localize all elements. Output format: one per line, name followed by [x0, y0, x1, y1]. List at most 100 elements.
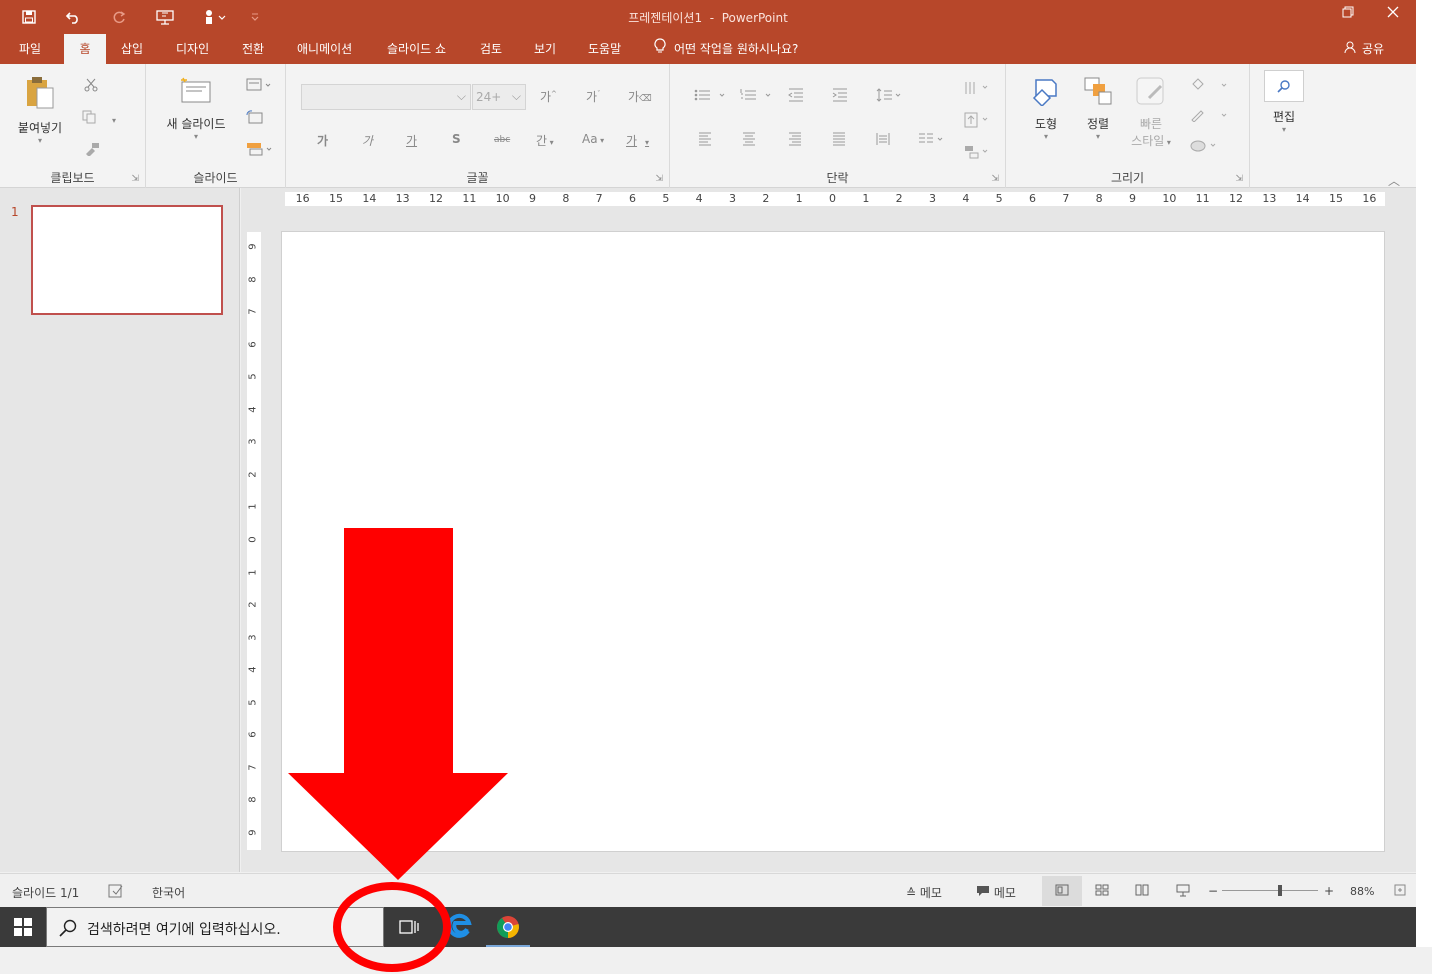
paste-button[interactable]: 붙여넣기 ▾ — [12, 76, 68, 145]
paragraph-label: 단락 — [826, 171, 849, 185]
align-left-icon[interactable] — [698, 132, 712, 149]
restore-window-icon[interactable] — [1336, 6, 1360, 26]
numbering-icon[interactable] — [740, 88, 774, 105]
close-window-icon[interactable] — [1381, 6, 1405, 26]
increase-font-size-icon[interactable]: 가^ — [540, 88, 557, 105]
shape-outline-icon[interactable] — [1190, 108, 1230, 125]
strikethrough-button[interactable]: abc — [494, 135, 510, 145]
slide-canvas[interactable] — [281, 231, 1385, 852]
tab-view[interactable]: 보기 — [526, 34, 564, 64]
new-slide-button[interactable]: 새 슬라이드 ▾ — [160, 76, 232, 141]
quick-styles-button[interactable]: 빠른 스타일 ▾ — [1126, 76, 1176, 149]
notes-label: 메모 — [919, 886, 942, 900]
tab-transitions[interactable]: 전환 — [234, 34, 272, 64]
slide-thumbnail[interactable] — [31, 205, 223, 315]
dialog-launcher-icon[interactable]: ⇲ — [991, 174, 999, 184]
ruler-tick-label: 7 — [247, 763, 259, 771]
dialog-launcher-icon[interactable]: ⇲ — [131, 174, 139, 184]
spelling-check-icon[interactable] — [108, 884, 124, 901]
dialog-launcher-icon[interactable]: ⇲ — [655, 174, 663, 184]
font-size-input[interactable]: 24+ ⌵ — [472, 84, 526, 110]
chevron-down-icon: ▾ — [37, 136, 42, 145]
align-text-icon[interactable] — [964, 112, 990, 131]
slide-sorter-icon[interactable] — [1095, 884, 1109, 899]
collapse-ribbon-icon[interactable]: ︿ — [1388, 172, 1400, 189]
bold-button[interactable]: 가 — [317, 132, 328, 149]
align-center-icon[interactable] — [742, 132, 756, 149]
clear-formatting-icon[interactable]: 가⌫ — [628, 88, 652, 105]
italic-button[interactable]: 가 — [362, 132, 373, 149]
change-case-label: Aa — [582, 132, 598, 146]
convert-to-smartart-icon[interactable] — [964, 144, 990, 163]
text-direction-icon[interactable] — [964, 80, 990, 99]
language-indicator[interactable]: 한국어 — [152, 884, 185, 901]
tell-me-search[interactable]: 어떤 작업을 원하시나요? — [654, 34, 798, 64]
shape-effects-icon[interactable] — [1190, 138, 1220, 155]
align-right-icon[interactable] — [788, 132, 802, 149]
slideshow-icon[interactable] — [1176, 884, 1190, 900]
share-button[interactable]: 공유 — [1344, 34, 1384, 64]
tab-design[interactable]: 디자인 — [168, 34, 217, 64]
decrease-font-size-icon[interactable]: 가ˇ — [586, 88, 601, 105]
shape-fill-icon[interactable] — [1190, 78, 1230, 95]
tab-help[interactable]: 도움말 — [580, 34, 629, 64]
section-icon[interactable] — [246, 142, 274, 159]
underline-button[interactable]: 가 — [406, 132, 417, 149]
copy-icon[interactable] — [82, 110, 98, 127]
justify-icon[interactable] — [832, 132, 846, 149]
reading-view-icon[interactable] — [1135, 884, 1149, 899]
zoom-in-button[interactable]: + — [1324, 884, 1334, 898]
columns-icon[interactable] — [918, 132, 946, 149]
decrease-indent-icon[interactable] — [788, 88, 804, 105]
tab-home[interactable]: 홈 — [64, 34, 106, 64]
format-painter-icon[interactable] — [84, 142, 100, 159]
edge-browser-icon[interactable] — [440, 907, 480, 947]
dialog-launcher-icon[interactable]: ⇲ — [1235, 174, 1243, 184]
change-case-button[interactable]: Aa ▾ — [582, 132, 604, 146]
tab-review[interactable]: 검토 — [472, 34, 510, 64]
zoom-slider[interactable] — [1222, 885, 1318, 896]
normal-view-button[interactable] — [1042, 876, 1082, 906]
shapes-button[interactable]: 도형 ▾ — [1026, 76, 1066, 141]
status-bar: 슬라이드 1/1 한국어 ≙ 메모 메모 − + 88% — [0, 873, 1416, 907]
distributed-icon[interactable] — [876, 132, 890, 149]
character-spacing-button[interactable]: 간 ▾ — [536, 132, 554, 149]
ruler-tick-label: 12 — [1229, 192, 1243, 205]
tab-insert[interactable]: 삽입 — [113, 34, 151, 64]
chevron-down-icon[interactable]: ▾ — [112, 112, 116, 126]
task-view-button[interactable] — [385, 907, 433, 947]
taskbar-search-box[interactable]: 검색하려면 여기에 입력하십시오. — [46, 907, 384, 947]
reset-icon[interactable] — [246, 110, 264, 127]
chrome-browser-icon[interactable] — [486, 907, 530, 947]
editing-label: 편집 — [1272, 110, 1296, 124]
find-icon — [1264, 70, 1304, 102]
line-spacing-icon[interactable] — [876, 88, 904, 105]
ruler-tick-label: 8 — [1095, 192, 1103, 205]
increase-indent-icon[interactable] — [832, 88, 848, 105]
cut-icon[interactable] — [84, 78, 98, 95]
fit-to-window-icon[interactable] — [1394, 884, 1406, 899]
zoom-out-button[interactable]: − — [1208, 884, 1218, 898]
font-color-button[interactable]: 가 ▾ — [626, 132, 649, 149]
zoom-slider-thumb[interactable] — [1277, 885, 1282, 896]
windows-start-button[interactable] — [0, 907, 46, 947]
arrange-button[interactable]: 정렬 ▾ — [1078, 76, 1118, 141]
zoom-percent[interactable]: 88% — [1350, 885, 1374, 898]
font-name-input[interactable]: ⌵ — [301, 84, 471, 110]
paste-label: 붙여넣기 — [17, 121, 63, 135]
ruler-tick-label: 9 — [1129, 192, 1136, 205]
clipboard-group: 붙여넣기 ▾ ▾ 클립보드 ⇲ — [0, 64, 146, 188]
screen-bottom-strip — [0, 947, 1432, 974]
tab-animations[interactable]: 애니메이션 — [289, 34, 360, 64]
new-slide-label: 새 슬라이드 — [166, 117, 226, 131]
tab-slideshow[interactable]: 슬라이드 쇼 — [379, 34, 454, 64]
editing-button[interactable]: 편집 ▾ — [1262, 70, 1306, 134]
ruler-tick-label: 3 — [929, 192, 936, 205]
ruler-tick-label: 7 — [247, 308, 259, 315]
tab-file[interactable]: 파일 — [11, 34, 49, 64]
notes-button[interactable]: ≙ 메모 — [906, 884, 942, 901]
shadow-button[interactable]: S — [452, 132, 461, 146]
layout-icon[interactable] — [246, 78, 272, 95]
comments-button[interactable]: 메모 — [976, 884, 1016, 901]
bullets-icon[interactable] — [694, 88, 728, 105]
